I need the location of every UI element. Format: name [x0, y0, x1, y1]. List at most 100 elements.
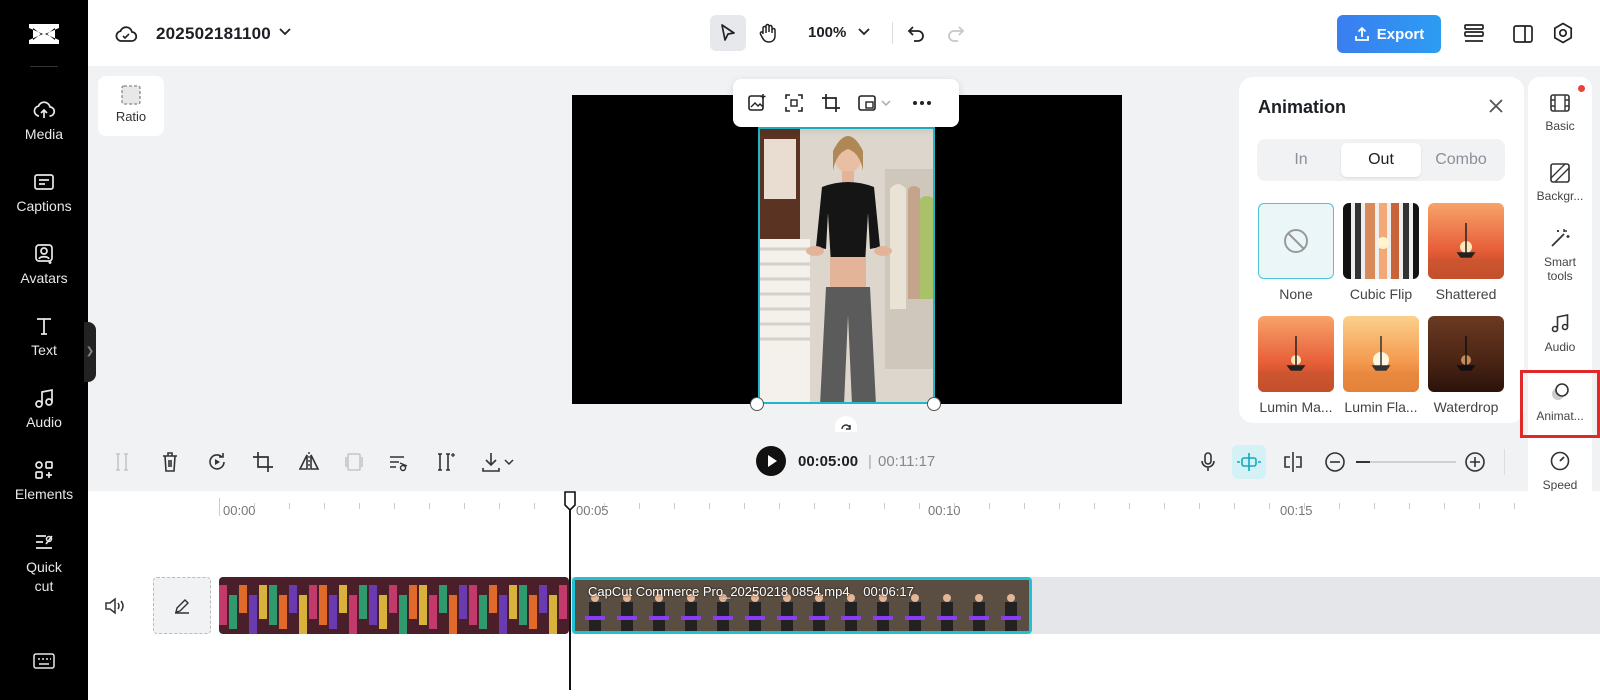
ruler-tick: [289, 503, 290, 509]
ruler-tick: [1094, 503, 1095, 509]
layers-icon[interactable]: [1462, 22, 1486, 46]
ruler-tick: [254, 503, 255, 509]
thumbnail-shape: [369, 585, 377, 625]
ai-split-icon[interactable]: [434, 451, 456, 473]
settings-gear-icon[interactable]: [1552, 22, 1574, 44]
ruler-tick: [1304, 503, 1305, 509]
delete-trash-icon[interactable]: [160, 451, 180, 473]
download-icon[interactable]: [480, 451, 502, 473]
ruler-tick: [779, 503, 780, 509]
project-title[interactable]: 202502181100: [156, 24, 271, 44]
sidebar-item-text[interactable]: Text: [0, 314, 88, 358]
rail-item-background[interactable]: Backgr...: [1528, 163, 1592, 203]
ratio-label: Ratio: [115, 109, 147, 124]
rotate-handle-icon[interactable]: [835, 416, 857, 432]
effect-none[interactable]: [1258, 203, 1334, 279]
zoom-level[interactable]: 100%: [808, 24, 846, 41]
panel-layout-icon[interactable]: [1512, 23, 1534, 45]
sidebar-item-quick-cut[interactable]: Quick cut: [0, 530, 88, 596]
replace-image-icon[interactable]: [747, 93, 767, 113]
thumbnail-shape: [529, 595, 537, 629]
rail-item-basic[interactable]: Basic: [1528, 93, 1592, 133]
split-icon[interactable]: [112, 451, 132, 473]
resize-handle-bottom-right[interactable]: [927, 397, 941, 411]
thumbnail-shape: [299, 595, 307, 634]
tab-out[interactable]: Out: [1341, 143, 1421, 177]
effect-lumin-fla[interactable]: [1343, 316, 1419, 392]
thumbnail-shape: [841, 616, 861, 620]
resize-handle-bottom-left[interactable]: [750, 397, 764, 411]
thumbnail-shape: [239, 585, 247, 613]
select-tool-button[interactable]: [710, 15, 746, 51]
rail-item-speed[interactable]: Speed: [1528, 450, 1592, 492]
thumbnail-shape: [479, 595, 487, 629]
more-options-icon[interactable]: [911, 93, 933, 113]
zoom-in-icon[interactable]: [1464, 451, 1486, 473]
track-volume-icon[interactable]: [104, 597, 126, 615]
picture-in-picture-icon[interactable]: [857, 93, 877, 113]
speed-cut-icon[interactable]: [388, 451, 410, 473]
effect-label: None: [1279, 286, 1313, 302]
timeline-zoom-slider[interactable]: [1356, 461, 1456, 463]
play-button[interactable]: [756, 446, 786, 476]
rail-item-label: Smart tools: [1543, 255, 1576, 283]
redo-icon[interactable]: [946, 23, 966, 43]
avatar-icon: [35, 244, 53, 264]
hand-tool-button[interactable]: [750, 15, 786, 51]
selected-video-clip[interactable]: [758, 127, 935, 404]
effect-lumin-ma[interactable]: [1258, 316, 1334, 392]
split-track-icon[interactable]: [1282, 451, 1304, 473]
ruler-tick: [1339, 503, 1340, 509]
ruler-tick: [919, 503, 920, 509]
sidebar-collapse-handle[interactable]: ❯: [84, 322, 96, 382]
crop-icon[interactable]: [821, 93, 841, 113]
ruler-tick: [429, 503, 430, 509]
chevron-down-icon[interactable]: [881, 99, 891, 107]
clip-floating-toolbar: [733, 79, 959, 127]
lumin-fla-thumbnail: [1343, 316, 1419, 392]
timeline-clip-1[interactable]: [219, 577, 569, 634]
ruler-tick: [1234, 503, 1235, 509]
ruler-tick: [709, 503, 710, 509]
fit-frame-icon[interactable]: [784, 93, 804, 113]
cloud-sync-icon[interactable]: [114, 23, 138, 45]
tab-in[interactable]: In: [1261, 143, 1341, 177]
ruler-tick: [394, 503, 395, 509]
sidebar-item-audio[interactable]: Audio: [0, 386, 88, 430]
playhead[interactable]: [569, 498, 571, 690]
flip-icon[interactable]: [298, 451, 320, 473]
sidebar-item-captions[interactable]: Captions: [0, 170, 88, 214]
tab-combo[interactable]: Combo: [1421, 143, 1501, 177]
reverse-play-icon[interactable]: [206, 451, 228, 473]
zoom-out-icon[interactable]: [1324, 451, 1346, 473]
keyboard-shortcuts-icon[interactable]: [33, 652, 55, 670]
microphone-icon[interactable]: [1198, 451, 1218, 473]
ratio-button[interactable]: Ratio: [98, 76, 164, 136]
right-properties-rail: Basic Backgr... Smart tools Audio Animat…: [1528, 77, 1592, 509]
sidebar-item-media[interactable]: Media: [0, 98, 88, 142]
music-note-icon: [35, 388, 53, 408]
effect-waterdrop[interactable]: [1428, 316, 1504, 392]
effect-cubic-flip[interactable]: [1343, 203, 1419, 279]
zoom-chevron-down-icon[interactable]: [858, 28, 870, 37]
rail-item-label: Backgr...: [1536, 189, 1584, 203]
rail-item-smart-tools[interactable]: Smart tools: [1528, 227, 1592, 283]
freeze-frame-icon[interactable]: [344, 451, 364, 473]
sidebar-item-label: Avatars: [20, 270, 68, 286]
sidebar-item-avatars[interactable]: Avatars: [0, 242, 88, 286]
close-icon[interactable]: [1487, 97, 1505, 115]
effect-shattered[interactable]: [1428, 203, 1504, 279]
undo-icon[interactable]: [906, 23, 926, 43]
animation-panel-title: Animation: [1258, 97, 1346, 117]
sidebar-item-elements[interactable]: Elements: [0, 458, 88, 502]
chevron-down-icon[interactable]: [278, 27, 292, 37]
rail-item-audio[interactable]: Audio: [1528, 312, 1592, 354]
capcut-logo-icon[interactable]: [25, 18, 63, 50]
crop-icon[interactable]: [252, 451, 274, 473]
magnet-snap-button[interactable]: [1232, 445, 1266, 479]
thumbnail-shape: [329, 595, 337, 629]
export-button[interactable]: Export: [1337, 15, 1441, 53]
chevron-down-icon[interactable]: [504, 458, 514, 466]
edit-cover-button[interactable]: [153, 577, 211, 634]
playhead-handle[interactable]: [563, 491, 577, 511]
